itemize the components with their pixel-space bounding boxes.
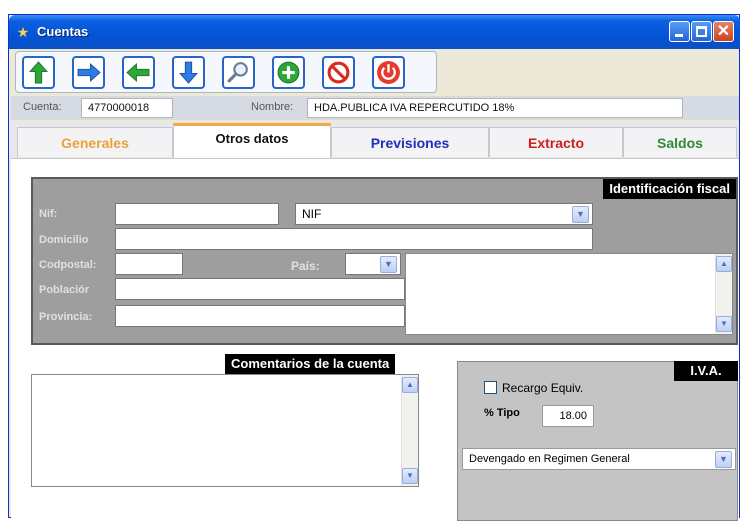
first-record-button[interactable] [22,56,55,89]
otros-datos-panel: Identificación fiscal Nif: NIF ▼ Domicil… [11,158,739,521]
title-bar[interactable]: ★ Cuentas ✕ [9,15,740,49]
cancel-icon [327,61,350,84]
tab-extracto[interactable]: Extracto [489,127,623,157]
pais-list[interactable]: ▲ ▼ [405,253,733,335]
pais-list-scrollbar[interactable]: ▲ ▼ [715,254,732,334]
nif-field[interactable] [115,203,279,225]
poblacion-field[interactable] [115,278,405,300]
tab-generales[interactable]: Generales [17,127,173,157]
tipo-label: % Tipo [484,407,520,419]
comentarios-scrollbar[interactable]: ▲ ▼ [401,375,418,486]
codpostal-label: Codpostal: [39,259,97,271]
close-icon: ✕ [716,23,731,40]
fiscal-identification-group: Identificación fiscal Nif: NIF ▼ Domicil… [31,177,738,345]
tipo-field[interactable]: 18.00 [542,405,594,427]
left-arrow-icon [126,63,150,82]
last-record-button[interactable] [172,56,205,89]
cuentas-window: ★ Cuentas ✕ Cuenta: 4770000018 Nombre: H… [8,14,740,521]
nif-type-value: NIF [302,207,322,221]
recargo-label: Recargo Equiv. [502,381,584,395]
previous-record-button[interactable] [122,56,155,89]
iva-group: I.V.A. Recargo Equiv. % Tipo 18.00 Deven… [457,361,738,521]
cuenta-label: Cuenta: [23,101,62,113]
nombre-label: Nombre: [251,101,294,113]
nombre-field[interactable]: HDA.PUBLICA IVA REPERCUTIDO 18% [307,98,683,118]
power-icon [377,61,400,84]
cancel-button[interactable] [322,56,355,89]
tab-otros-datos[interactable]: Otros datos [173,123,331,159]
search-button[interactable] [222,56,255,89]
scroll-down-icon[interactable]: ▼ [402,468,418,484]
minimize-button[interactable] [669,21,690,42]
close-button[interactable]: ✕ [713,21,734,42]
fiscal-heading: Identificación fiscal [603,179,736,199]
down-arrow-icon [179,61,198,84]
scroll-up-icon[interactable]: ▲ [716,256,732,272]
nif-type-select[interactable]: NIF ▼ [295,203,593,225]
pais-select[interactable]: ▼ [345,253,401,275]
cuenta-field[interactable]: 4770000018 [81,98,173,118]
provincia-field[interactable] [115,305,405,327]
right-arrow-icon [77,63,101,82]
scroll-down-icon[interactable]: ▼ [716,316,732,332]
nif-label: Nif: [39,208,58,220]
provincia-label: Provincia: [39,311,93,323]
domicilio-label: Domicilio [39,234,89,246]
tab-bar: Generales Otros datos Previsiones Extrac… [11,123,739,159]
next-record-button[interactable] [72,56,105,89]
account-app-icon: ★ [16,24,30,40]
tab-saldos[interactable]: Saldos [623,127,737,157]
up-arrow-icon [29,61,48,84]
tab-previsiones[interactable]: Previsiones [331,127,489,157]
iva-heading: I.V.A. [674,361,738,381]
exit-button[interactable] [372,56,405,89]
scroll-up-icon[interactable]: ▲ [402,377,418,393]
regimen-select[interactable]: Devengado en Regimen General ▼ [462,448,736,470]
add-button[interactable] [272,56,305,89]
pais-label: País: [291,259,320,273]
regimen-value: Devengado en Regimen General [469,453,630,465]
codpostal-field[interactable] [115,253,183,275]
maximize-button[interactable] [691,21,712,42]
domicilio-field[interactable] [115,228,593,250]
comentarios-textarea[interactable]: ▲ ▼ [31,374,419,487]
window-title: Cuentas [37,24,89,39]
account-info-bar: Cuenta: 4770000018 Nombre: HDA.PUBLICA I… [11,96,739,120]
navigation-toolbar [15,51,437,93]
chevron-down-icon[interactable]: ▼ [572,206,589,223]
poblacion-label: Poblaciór [39,284,90,296]
chevron-down-icon[interactable]: ▼ [380,256,397,273]
chevron-down-icon[interactable]: ▼ [715,451,732,468]
recargo-checkbox[interactable] [484,381,497,394]
search-icon [227,62,248,83]
maximize-icon [696,26,707,37]
comentarios-heading: Comentarios de la cuenta [225,354,396,374]
add-icon [277,61,300,84]
minimize-icon [675,34,683,37]
